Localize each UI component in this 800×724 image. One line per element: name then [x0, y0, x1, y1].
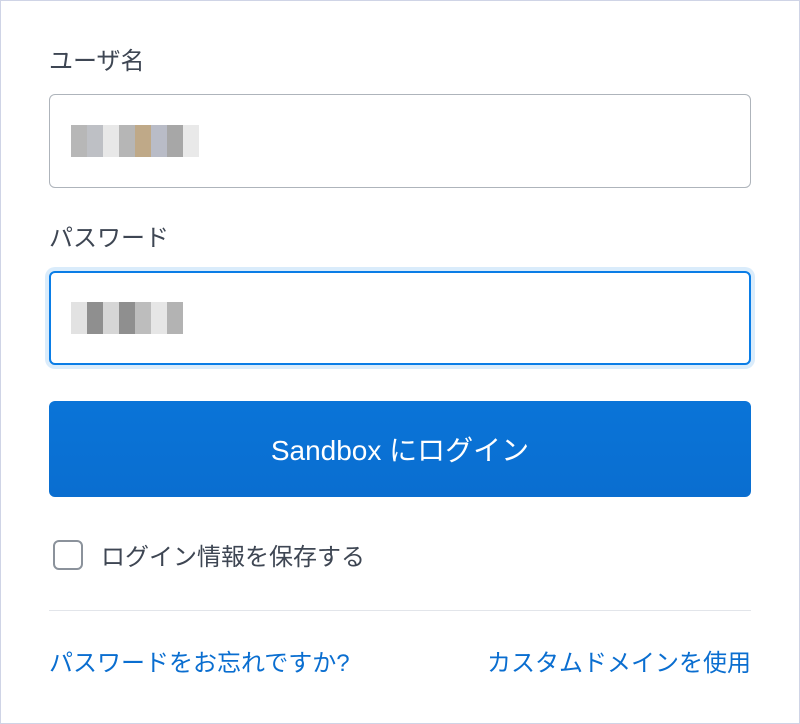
- custom-domain-link[interactable]: カスタムドメインを使用: [487, 643, 751, 678]
- forgot-password-link[interactable]: パスワードをお忘れですか?: [49, 643, 350, 678]
- username-field-group: ユーザ名: [49, 41, 751, 188]
- login-button[interactable]: Sandbox にログイン: [49, 401, 751, 497]
- password-field-group: パスワード: [49, 218, 751, 365]
- footer-links: パスワードをお忘れですか? カスタムドメインを使用: [49, 643, 751, 678]
- remember-checkbox[interactable]: [53, 540, 83, 570]
- username-label: ユーザ名: [49, 41, 751, 76]
- username-redaction: [71, 125, 199, 157]
- password-label: パスワード: [49, 218, 751, 253]
- remember-row: ログイン情報を保存する: [49, 537, 751, 611]
- password-input-wrap: [49, 271, 751, 365]
- remember-label[interactable]: ログイン情報を保存する: [101, 537, 365, 572]
- username-input-wrap: [49, 94, 751, 188]
- login-form-container: ユーザ名 パスワード Sandbox にログイン ログイン情報を保存する パスワ…: [0, 0, 800, 724]
- password-redaction: [71, 302, 183, 334]
